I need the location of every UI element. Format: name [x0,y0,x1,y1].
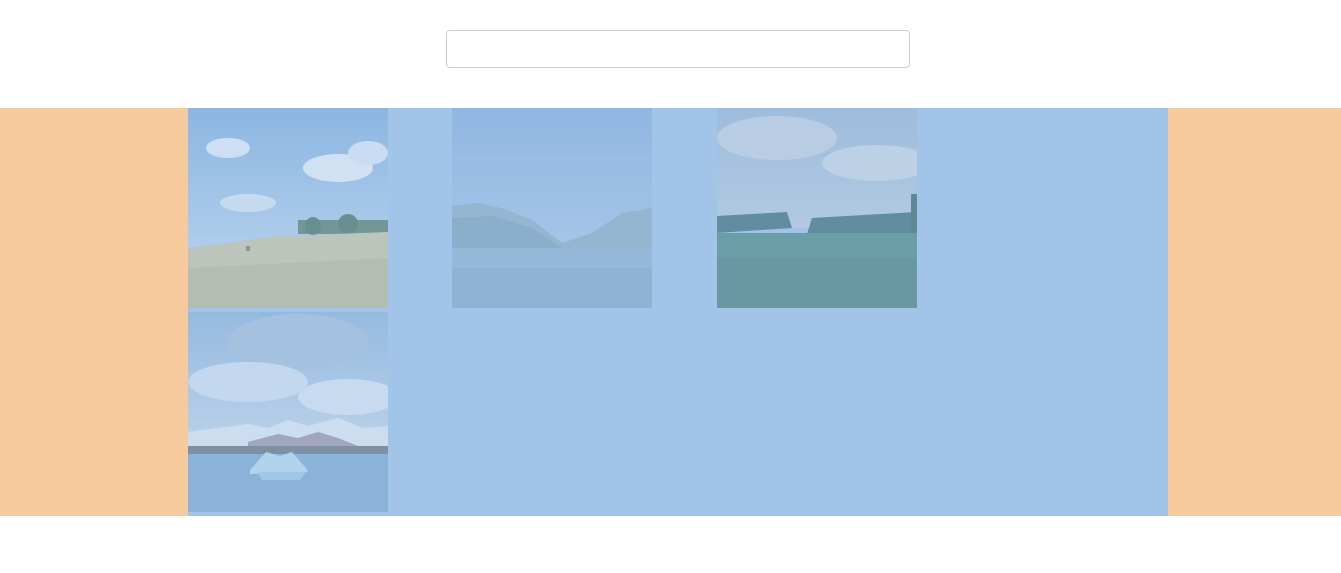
green-plain-cliffs-landscape-image [717,108,917,308]
gallery-container [188,108,1168,516]
search-input[interactable] [446,30,910,68]
glacier-lagoon-icebergs-image [188,312,388,512]
gallery-image-green-plain[interactable] [717,108,917,308]
gallery-image-mountain-lake[interactable] [452,108,652,308]
gallery-image-wheat-field[interactable] [188,108,388,308]
mountain-lake-landscape-image [452,108,652,308]
search-box [446,30,910,68]
wheat-field-landscape-image [188,108,388,308]
gallery-image-glacier-lagoon[interactable] [188,312,388,512]
highlight-band [0,108,1341,516]
